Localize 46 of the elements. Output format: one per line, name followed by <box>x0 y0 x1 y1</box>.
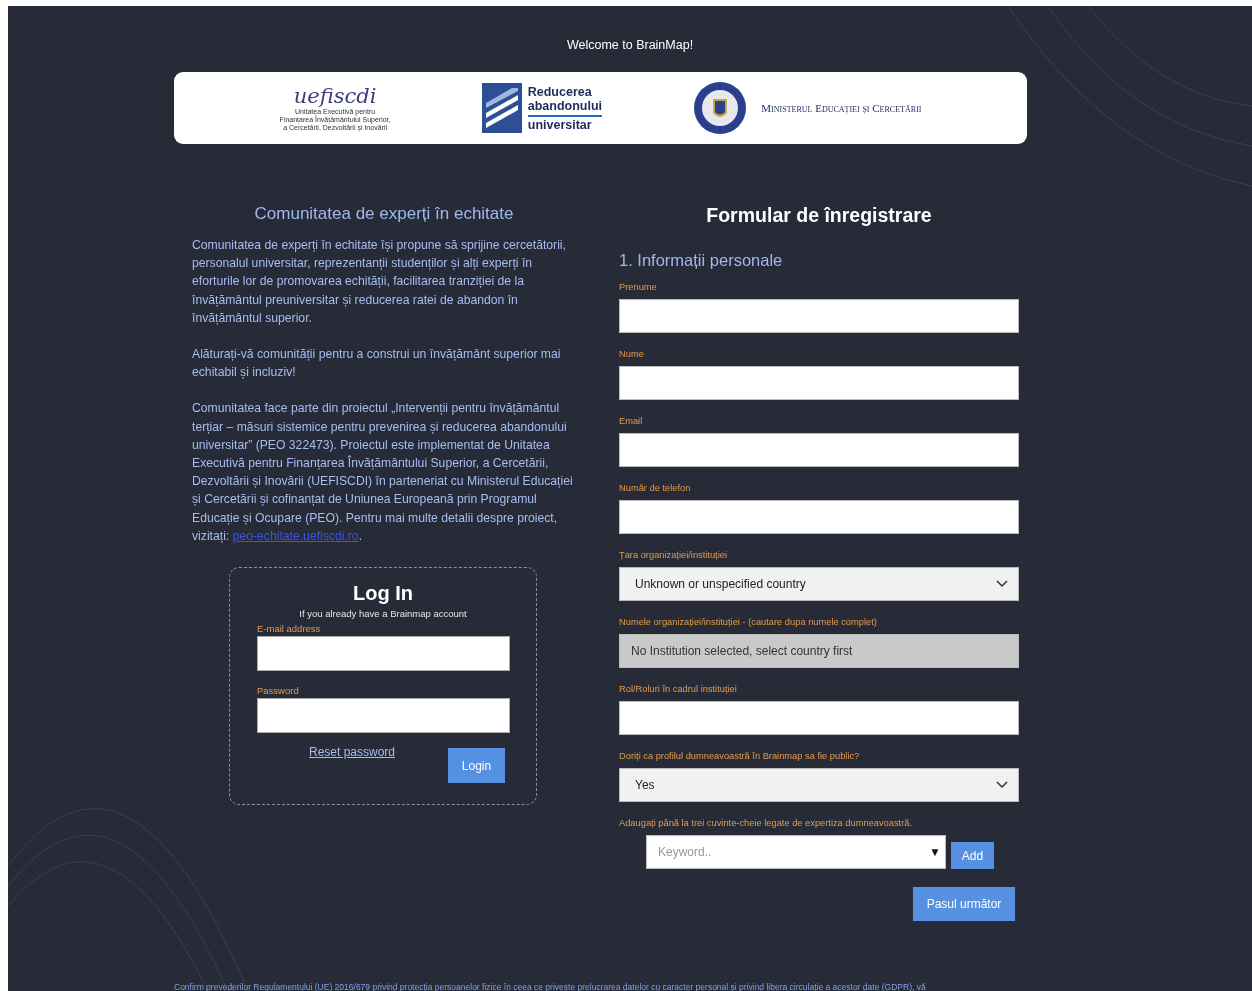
form-heading: Formular de înregistrare <box>705 204 933 227</box>
consent-text: Confirm prevederilor Regulamentului (UE) 2016/679 privind protecția persoanelor fizice în ceea ce privește prelucrarea datelor cu caracter personal și privind libera circulație a acestor date (GDPR), vă <box>174 982 926 991</box>
field-label: Email <box>619 416 643 428</box>
field-label: Password <box>257 685 299 697</box>
field-label: Nume <box>619 349 644 361</box>
field-label: Adaugați până la trei cuvinte-cheie legate de expertiza dumneavoastră. <box>619 818 913 830</box>
reset-password-link[interactable]: Reset password <box>309 745 396 760</box>
logo-text: abandonului <box>527 98 603 113</box>
section-heading: Comunitatea de experți în echitate <box>253 204 515 224</box>
dropdown[interactable]: Yes <box>619 768 1019 802</box>
field-label: Țara organizației/instituției <box>619 550 727 562</box>
field-label: Numele organizației/instituției - (cautare dupa numele complet) <box>619 617 877 629</box>
paragraph: Comunitatea de experți în echitate își propune să sprijine cercetătorii, personalul universitar, reprezentanții studenților și alți experți în eforturile lor de promovarea echității, facilitarea tranziției de la învățământul preuniversitar și reducerea ratei de abandon în învățământul superior. <box>192 237 567 327</box>
welcome-title: Welcome to BrainMap! <box>566 38 694 52</box>
text-field[interactable] <box>619 433 1019 467</box>
password-field[interactable] <box>257 698 510 734</box>
paragraph: Comunitatea face parte din proiectul „Intervenții pentru învățământul terțiar – măsuri sistemice pentru prevenirea și reducerea abandonului universitar” (PEO 322473). Proiectul este implementat de Unitatea Executivă pentru Finanțarea Învățământului Superior, a Cercetării, Dezvoltării și Inovării (UEFISCDI) în parteneriat cu Ministerul Educației și Cercetării și cofinanțat de Uniunea Europeană prin Programul Educație și Ocupare (PEO). Pentru mai multe detalii despre proiect, vizitați: peo-echitate.uefiscdi.ro. <box>192 400 574 545</box>
field-label: E-mail address <box>257 623 321 635</box>
email-field[interactable] <box>257 636 510 672</box>
field-label: Doriți ca profilul dumneavoastră în Brainmap sa fie public? <box>619 751 860 763</box>
chevron-down-icon <box>996 580 1008 588</box>
paragraph: Alăturați-vă comunității pentru a construi un învățământ superior mai echitabil și incluziv! <box>192 346 562 382</box>
section-heading: 1. Informații personale <box>619 251 784 270</box>
website-link[interactable]: peo-echitate.uefiscdi.ro <box>232 528 359 543</box>
dropdown-arrow-icon: ▼ <box>929 845 941 859</box>
text-field[interactable] <box>619 366 1019 400</box>
logo-text: Reducerea <box>527 84 593 99</box>
field-label: Rol/Roluri în cadrul instituției <box>619 684 737 696</box>
stairs-logo-icon <box>481 83 522 133</box>
logo-wordmark: uefiscdi <box>293 84 377 108</box>
login-heading: Log In <box>352 582 414 606</box>
crest-emblem-icon <box>693 81 748 135</box>
text-field[interactable] <box>619 701 1019 735</box>
field-label: Prenume <box>619 282 657 294</box>
text-field[interactable] <box>619 299 1019 333</box>
add-button[interactable]: Add <box>951 842 994 869</box>
dropdown[interactable]: Unknown or unspecified country <box>619 567 1019 601</box>
field-label: Număr de telefon <box>619 483 691 495</box>
disabled-field: No Institution selected, select country first <box>619 634 1019 668</box>
logo-text: universitar <box>527 114 603 132</box>
login-subtitle: If you already have a Brainmap account <box>299 608 467 620</box>
login-button[interactable]: Login <box>448 748 505 784</box>
text-field[interactable] <box>619 500 1019 534</box>
ministry-name: Ministerul Educației și Cercetării <box>761 102 922 114</box>
next-step-button[interactable]: Pasul următor <box>913 887 1015 921</box>
chevron-down-icon <box>996 781 1008 789</box>
